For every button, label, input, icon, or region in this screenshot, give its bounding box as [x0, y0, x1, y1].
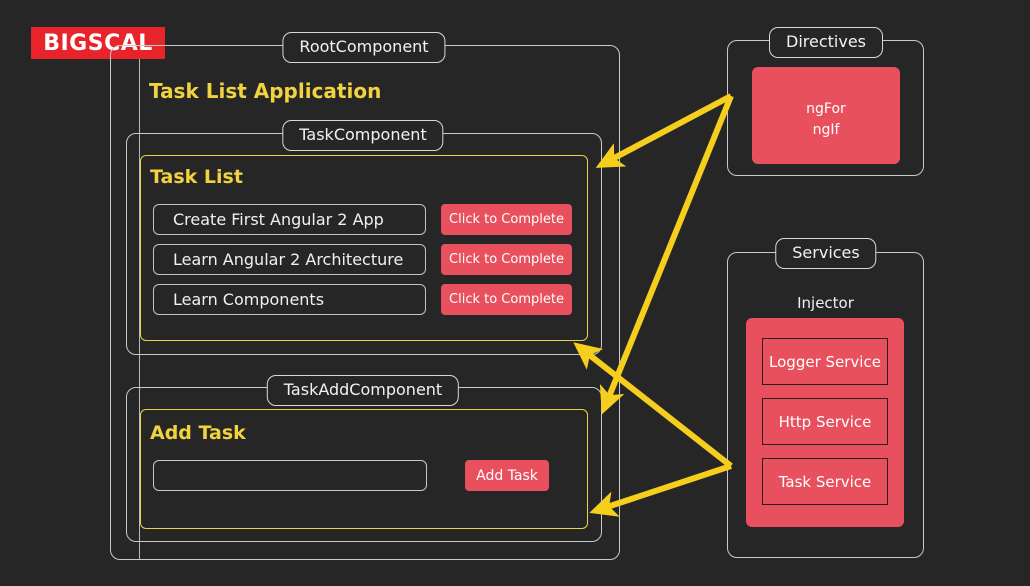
services-label: Services	[775, 238, 877, 269]
task-add-component-label: TaskAddComponent	[266, 375, 460, 406]
new-task-input[interactable]	[153, 460, 427, 491]
diagram-canvas: BIGSCAL RootComponent Task List Applicat…	[0, 0, 1030, 586]
task-name: Create First Angular 2 App	[173, 210, 384, 229]
logger-service-item[interactable]: Logger Service	[762, 338, 888, 385]
add-task-button[interactable]: Add Task	[465, 460, 549, 491]
task-name: Learn Angular 2 Architecture	[173, 250, 404, 269]
task-service-item[interactable]: Task Service	[762, 458, 888, 505]
directives-block: ngFor ngIf	[752, 67, 900, 164]
task-row: Learn Angular 2 Architecture	[153, 244, 426, 275]
task-name: Learn Components	[173, 290, 325, 309]
complete-task-button[interactable]: Click to Complete	[441, 244, 572, 275]
complete-task-button[interactable]: Click to Complete	[441, 284, 572, 315]
task-list-title: Task List	[150, 166, 243, 188]
injector-label: Injector	[797, 294, 854, 312]
task-row: Learn Components	[153, 284, 426, 315]
add-task-title: Add Task	[150, 422, 246, 444]
directive-ngif: ngIf	[812, 122, 840, 138]
directives-label: Directives	[769, 27, 883, 58]
root-component-label: RootComponent	[282, 32, 446, 63]
http-service-item[interactable]: Http Service	[762, 398, 888, 445]
arrow-directives-to-tasklist	[595, 93, 733, 168]
task-component-label: TaskComponent	[282, 120, 444, 151]
complete-task-button[interactable]: Click to Complete	[441, 204, 572, 235]
arrow-directives-to-addtask	[599, 94, 734, 415]
task-row: Create First Angular 2 App	[153, 204, 426, 235]
app-title: Task List Application	[149, 79, 382, 103]
directive-ngfor: ngFor	[806, 101, 846, 117]
